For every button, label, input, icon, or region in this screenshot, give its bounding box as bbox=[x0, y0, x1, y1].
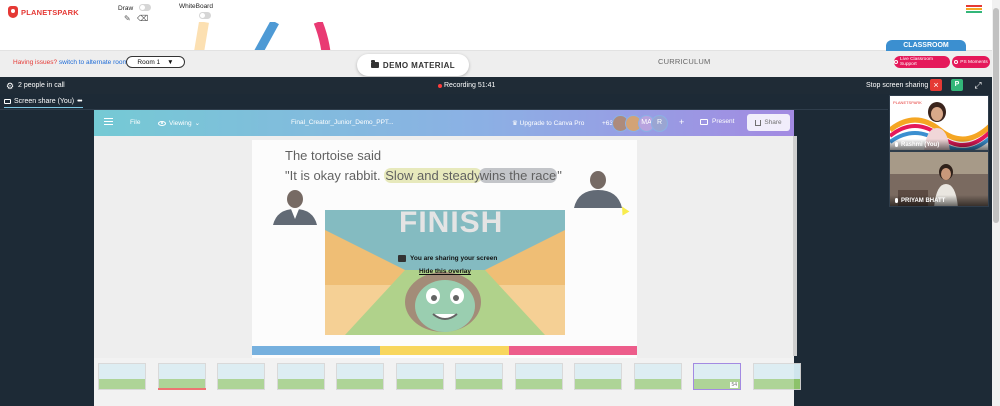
room-select[interactable]: Room 1 ▼ bbox=[126, 56, 185, 68]
whiteboard-toggle[interactable] bbox=[199, 12, 211, 19]
stop-sharing-close-button[interactable]: × bbox=[930, 79, 942, 91]
demo-material-button[interactable]: DEMO MATERIAL bbox=[357, 54, 469, 76]
stop-screen-sharing-label: Stop screen sharing bbox=[866, 82, 929, 89]
participant-tile-student[interactable]: PRIYAM BHATT bbox=[889, 151, 989, 207]
menu-line-green bbox=[966, 11, 982, 13]
participant-badge-button[interactable]: P bbox=[951, 79, 963, 91]
support-icon bbox=[894, 60, 898, 64]
menu-line-red bbox=[966, 5, 982, 7]
recording-status: Recording 51:41 bbox=[444, 82, 496, 89]
switch-room-link[interactable]: switch to alternate room bbox=[57, 59, 128, 66]
draw-toggle[interactable] bbox=[139, 4, 151, 11]
people-in-call: 2 people in call bbox=[18, 82, 65, 89]
logo-text: PLANETSPARK bbox=[21, 7, 79, 17]
canvas-scrollbar[interactable] bbox=[793, 136, 797, 356]
participant-label-student: PRIYAM BHATT bbox=[890, 195, 988, 206]
ps-moments-button[interactable]: PS Moments bbox=[952, 56, 990, 68]
screen-icon bbox=[4, 99, 11, 104]
participant-name-self: Rashmi (You) bbox=[901, 141, 940, 148]
menu-line-orange bbox=[966, 8, 982, 10]
participant-tile-self[interactable]: PLANETSPARK Rashmi (You) bbox=[889, 95, 989, 151]
camera-icon bbox=[954, 60, 959, 64]
logo-mark-icon bbox=[8, 6, 18, 18]
screen-share-icon bbox=[398, 255, 406, 262]
fullscreen-icon[interactable]: ⤢ bbox=[972, 79, 984, 91]
planetspark-logo[interactable]: PLANETSPARK bbox=[8, 4, 79, 20]
sharing-message: You are sharing your screen bbox=[398, 255, 497, 262]
menu-icon[interactable] bbox=[966, 5, 982, 13]
folder-icon bbox=[370, 60, 379, 68]
pencil-icon[interactable]: ✎ bbox=[124, 14, 131, 23]
demo-material-label: DEMO MATERIAL bbox=[382, 60, 456, 70]
participant-label-self: Rashmi (You) bbox=[890, 139, 988, 150]
page-scrollbar-thumb[interactable] bbox=[993, 8, 999, 223]
hide-overlay-link[interactable]: Hide this overlay bbox=[419, 268, 471, 275]
room-select-value: Room 1 bbox=[137, 58, 161, 66]
ps-moments-label: PS Moments bbox=[960, 59, 988, 65]
live-support-label: Live Classroom Support bbox=[899, 57, 934, 67]
screen-share-tab-label: Screen share (You) bbox=[14, 98, 75, 105]
whiteboard-label: WhiteBoard bbox=[179, 3, 213, 10]
caret-down-icon: ▼ bbox=[167, 58, 174, 66]
participant-name-student: PRIYAM BHATT bbox=[901, 197, 946, 204]
live-classroom-support-button[interactable]: Live Classroom Support bbox=[894, 56, 950, 68]
screen-share-tab[interactable]: Screen share (You) ••• bbox=[4, 96, 84, 108]
gear-icon[interactable]: ⚙ bbox=[6, 81, 14, 92]
issues-prefix: Having issues? bbox=[13, 59, 58, 66]
tab-curriculum[interactable]: CURRICULUM bbox=[658, 57, 710, 66]
sharing-message-text: You are sharing your screen bbox=[410, 255, 498, 262]
draw-label: Draw bbox=[118, 5, 134, 12]
more-options-icon[interactable]: ••• bbox=[77, 98, 82, 105]
issues-notice: Having issues? switch to alternate room bbox=[13, 59, 128, 66]
svg-text:PLANETSPARK: PLANETSPARK bbox=[893, 100, 922, 105]
mic-icon bbox=[895, 198, 898, 203]
call-bar bbox=[0, 77, 992, 94]
tab-classroom[interactable]: CLASSROOM bbox=[886, 40, 966, 51]
eraser-icon[interactable]: ⌫ bbox=[137, 14, 148, 23]
mic-icon bbox=[895, 142, 898, 147]
recording-dot-icon bbox=[438, 84, 442, 88]
app-root: PLANETSPARK Draw ✎ ⌫ WhiteBoard Having i… bbox=[0, 0, 1000, 406]
